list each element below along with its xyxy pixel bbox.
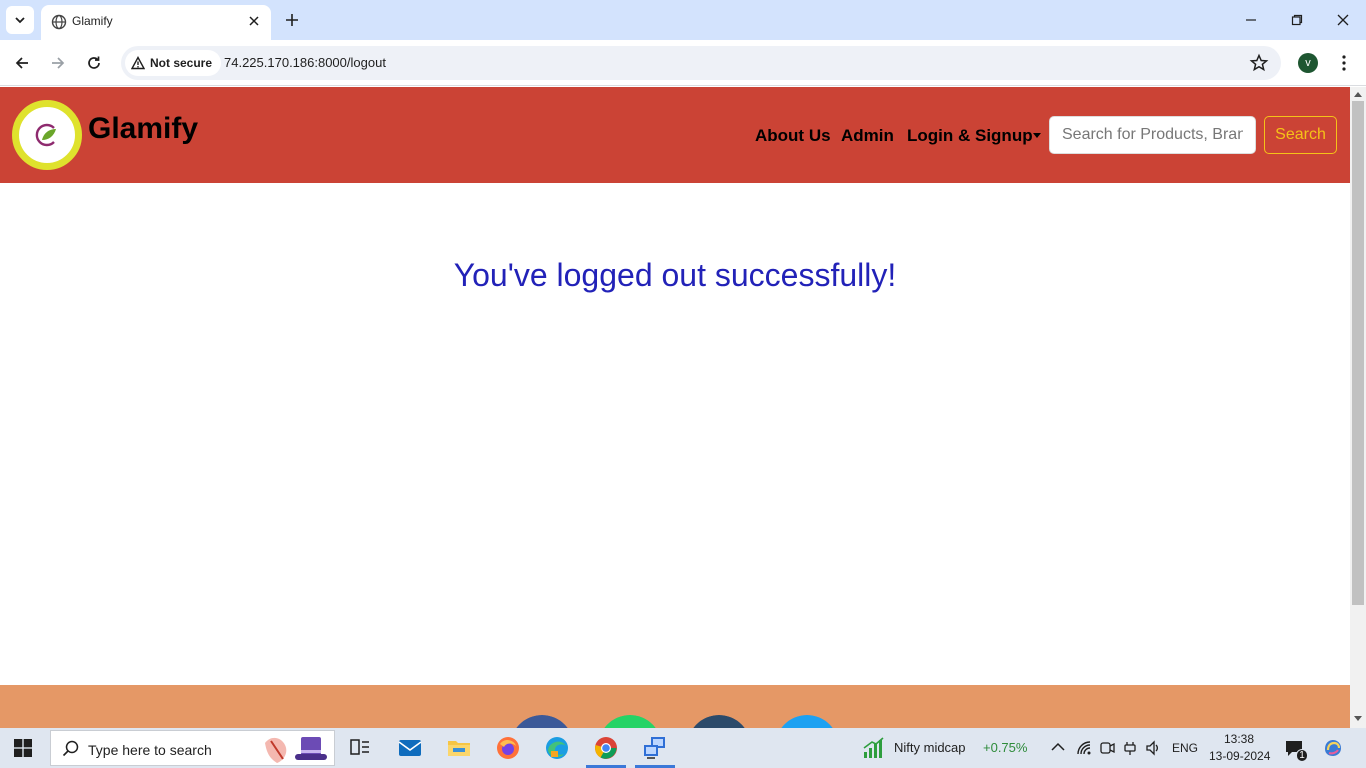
site-logo[interactable]	[12, 100, 82, 170]
firefox-icon[interactable]	[496, 736, 520, 760]
notification-count: 1	[1296, 749, 1308, 762]
taskbar-search-placeholder: Type here to search	[88, 742, 212, 758]
browser-tab[interactable]: Glamify	[41, 5, 271, 40]
chevron-up-icon[interactable]	[1051, 742, 1065, 752]
widget-change: +0.75%	[983, 740, 1028, 755]
nav-login-signup[interactable]: Login & Signup	[907, 126, 1033, 146]
copilot-icon[interactable]	[1322, 737, 1344, 759]
tab-close-button[interactable]	[245, 12, 263, 30]
tab-search-button[interactable]	[6, 6, 34, 34]
scroll-up-icon[interactable]	[1354, 92, 1362, 97]
new-tab-button[interactable]	[282, 10, 302, 30]
caret-down-icon[interactable]	[1033, 133, 1041, 138]
nav-admin[interactable]: Admin	[841, 126, 894, 146]
forward-button[interactable]	[46, 51, 70, 75]
site-brand[interactable]: Glamify	[88, 112, 198, 146]
product-search-input[interactable]	[1049, 116, 1256, 154]
network-icon[interactable]	[1076, 740, 1092, 756]
instagram-icon[interactable]	[687, 715, 751, 728]
task-view-icon[interactable]	[348, 736, 372, 760]
warning-icon	[131, 56, 145, 70]
chevron-down-icon	[15, 17, 25, 24]
taskbar-search-box[interactable]: Type here to search	[50, 730, 335, 766]
close-icon	[249, 16, 259, 26]
site-footer	[0, 685, 1350, 728]
stock-chart-icon[interactable]	[862, 736, 886, 760]
twitter-icon[interactable]	[775, 715, 839, 728]
meet-now-icon[interactable]	[1099, 740, 1115, 756]
tab-title: Glamify	[72, 14, 113, 28]
minimize-button[interactable]	[1239, 8, 1263, 32]
bookmark-star-icon[interactable]	[1249, 53, 1269, 73]
widget-name[interactable]: Nifty midcap	[894, 740, 966, 755]
restore-button[interactable]	[1285, 8, 1309, 32]
site-header: Glamify About Us Admin Login & Signup Se…	[0, 87, 1350, 183]
reload-icon	[88, 56, 100, 69]
security-indicator[interactable]: Not secure	[125, 50, 222, 76]
language-indicator[interactable]: ENG	[1172, 741, 1198, 755]
search-highlight-illustration-icon	[265, 737, 327, 763]
profile-avatar[interactable]: v	[1298, 53, 1318, 73]
remote-desktop-icon[interactable]	[643, 736, 667, 760]
arrow-right-icon	[52, 57, 65, 69]
leaf-logo-icon	[35, 123, 56, 147]
browser-tab-strip: Glamify	[0, 0, 1366, 40]
close-icon	[1337, 14, 1349, 26]
nav-about-us[interactable]: About Us	[755, 126, 831, 146]
facebook-icon[interactable]	[510, 715, 574, 728]
windows-start-icon[interactable]	[14, 739, 32, 757]
search-button[interactable]: Search	[1264, 116, 1337, 154]
clock-time[interactable]: 13:38	[1224, 732, 1254, 746]
plus-icon	[286, 14, 298, 26]
browser-toolbar: Not secure 74.225.170.186:8000/logout	[0, 40, 1366, 86]
scroll-down-icon[interactable]	[1354, 716, 1362, 721]
globe-icon	[51, 14, 67, 30]
power-plug-icon[interactable]	[1122, 740, 1138, 756]
arrow-left-icon	[15, 57, 28, 69]
clock-date[interactable]: 13-09-2024	[1209, 749, 1270, 763]
scrollbar-thumb[interactable]	[1352, 101, 1364, 605]
windows-taskbar: Type here to search Nifty midcap +0.75% …	[0, 728, 1366, 768]
chrome-icon[interactable]	[594, 736, 618, 760]
minimize-icon	[1246, 19, 1256, 21]
search-icon	[62, 740, 79, 757]
restore-icon	[1291, 14, 1303, 26]
address-bar[interactable]: Not secure 74.225.170.186:8000/logout	[121, 46, 1281, 80]
edge-icon[interactable]	[545, 736, 569, 760]
more-vertical-icon	[1342, 55, 1346, 71]
volume-icon[interactable]	[1145, 740, 1161, 756]
logout-message: You've logged out successfully!	[453, 257, 897, 293]
file-explorer-icon[interactable]	[447, 736, 471, 760]
page-scrollbar[interactable]	[1350, 87, 1366, 728]
browser-menu-button[interactable]	[1334, 51, 1354, 75]
reload-button[interactable]	[82, 51, 106, 75]
back-button[interactable]	[10, 51, 34, 75]
page-viewport: Glamify About Us Admin Login & Signup Se…	[0, 87, 1350, 728]
security-label: Not secure	[150, 56, 213, 70]
close-window-button[interactable]	[1331, 8, 1355, 32]
whatsapp-icon[interactable]	[598, 715, 662, 728]
mail-app-icon[interactable]	[398, 736, 422, 760]
url-text[interactable]: 74.225.170.186:8000/logout	[224, 55, 386, 70]
